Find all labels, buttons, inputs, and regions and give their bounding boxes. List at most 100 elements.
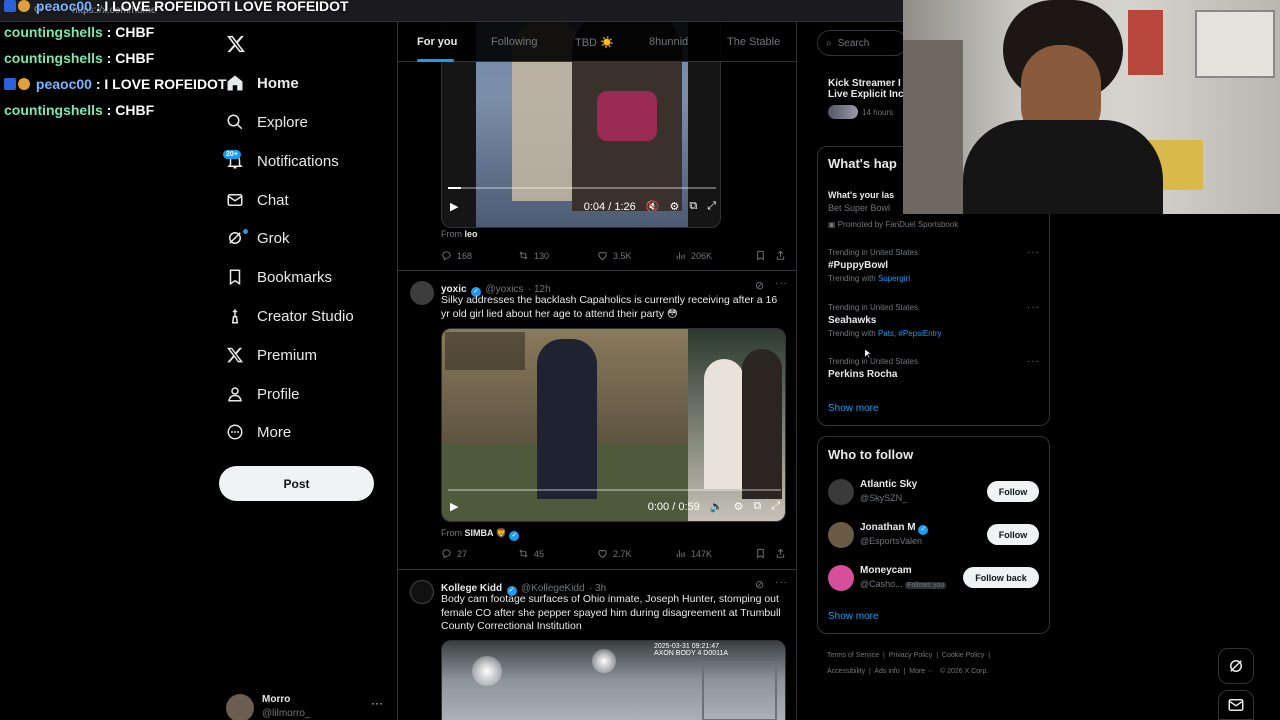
follow-button[interactable]: Follow [987, 524, 1039, 545]
mute-icon[interactable]: 🔇 [646, 200, 660, 213]
reply-button[interactable]: 168 [441, 250, 518, 261]
account-switcher[interactable]: Morro @lilmorro_ ··· [226, 692, 386, 720]
bookmark-button[interactable] [755, 250, 775, 261]
nav-item-grok[interactable]: Grok [226, 223, 290, 253]
bookmark-button[interactable] [755, 548, 775, 559]
chat-line: countingshells : CHBF [4, 102, 155, 118]
avatar[interactable] [828, 522, 854, 548]
nav-item-notifications[interactable]: Notifications [226, 146, 339, 176]
video-figure [742, 349, 782, 499]
tweet-actions: 27 45 2.7K 147K [441, 548, 786, 559]
nav-item-explore[interactable]: Explore [226, 107, 308, 137]
timeline[interactable]: ▶ 0:04 / 1:26 🔇 ⚙ ⧉ ⤢ From leo 168 130 3… [397, 22, 797, 720]
like-button[interactable]: 2.7K [597, 548, 675, 559]
video-light [592, 649, 616, 673]
more-horizontal-icon[interactable]: ··· [775, 278, 788, 289]
settings-icon[interactable]: ⚙ [669, 200, 679, 213]
post-button[interactable]: Post [219, 466, 374, 501]
fullscreen-icon[interactable]: ⤢ [707, 200, 716, 213]
pip-icon[interactable]: ⧉ [689, 200, 697, 213]
home-icon [226, 74, 244, 92]
repost-icon [519, 549, 528, 558]
promoted-label: ▣ Promoted by FanDuel Sportsbook [828, 220, 959, 229]
tweet-video[interactable]: ▶ 0:00 / 0:59 🔊 ⚙ ⧉ ⤢ [441, 328, 786, 522]
share-button[interactable] [775, 250, 786, 261]
settings-icon[interactable]: ⚙ [733, 500, 743, 513]
footer-link[interactable]: Ads info [874, 668, 899, 675]
trend-item[interactable]: Trending in United States Seahawks Trend… [828, 303, 1043, 338]
tweet-video[interactable]: 2025-03-31 09:21:47 AXON BODY 4 D0011A [441, 640, 786, 720]
search-input[interactable]: ⌕ Search [817, 30, 907, 56]
x-logo-icon[interactable] [226, 34, 246, 54]
grok-fab[interactable] [1218, 648, 1254, 684]
section-heading: What's hap [828, 156, 897, 171]
show-more-link[interactable]: Show more [828, 403, 879, 414]
nav-item-creator-studio[interactable]: Creator Studio [226, 301, 354, 331]
fullscreen-icon[interactable]: ⤢ [771, 500, 780, 513]
cookie-badge-icon [18, 0, 30, 12]
grok-icon[interactable]: ⊘ [755, 578, 764, 591]
more-horizontal-icon[interactable]: ··· [371, 696, 383, 710]
avatar[interactable] [828, 479, 854, 505]
tab-for-you[interactable]: For you [417, 36, 457, 48]
show-more-link[interactable]: Show more [828, 611, 879, 622]
tab-tbd[interactable]: TBD ☀️ [575, 36, 614, 49]
like-button[interactable]: 3.5K [597, 250, 675, 261]
grok-icon[interactable]: ⊘ [755, 279, 764, 292]
nav-item-bookmarks[interactable]: Bookmarks [226, 262, 332, 292]
footer-link[interactable]: Cookie Policy [942, 652, 984, 659]
reply-button[interactable]: 27 [441, 548, 518, 559]
trend-item[interactable]: Trending in United States Perkins Rocha [828, 357, 1043, 380]
avatar[interactable] [410, 580, 434, 604]
footer-link[interactable]: More ··· [909, 668, 934, 675]
trend-item[interactable]: Trending in United States #PuppyBowl Tre… [828, 248, 1043, 283]
live-avatars [828, 105, 858, 119]
more-horizontal-icon[interactable]: ··· [1027, 247, 1040, 258]
follow-back-button[interactable]: Follow back [963, 567, 1039, 588]
more-horizontal-icon[interactable]: ··· [1027, 356, 1040, 367]
footer-link[interactable]: Accessibility [827, 668, 865, 675]
volume-icon[interactable]: 🔊 [710, 500, 724, 513]
search-placeholder: Search [837, 37, 870, 49]
avatar[interactable] [828, 565, 854, 591]
tweet[interactable]: Kollege Kidd ✓ @KollegeKidd · 3h ⊘ ··· B… [398, 570, 796, 720]
avatar[interactable] [410, 281, 434, 305]
views-button[interactable]: 147K [675, 548, 755, 559]
mail-icon [226, 191, 244, 209]
follow-suggestion[interactable]: Jonathan M ✓ @EsportsValen Follow [828, 520, 1043, 550]
promoted-trend[interactable]: What's your las Bet Super Bowl [828, 190, 908, 213]
nav-item-premium[interactable]: Premium [226, 340, 317, 370]
footer-link[interactable]: Privacy Policy [889, 652, 933, 659]
live-event[interactable]: Kick Streamer I Live Explicit Inc 14 hou… [828, 78, 908, 119]
video-progress[interactable] [448, 187, 716, 189]
video-progress[interactable] [448, 489, 781, 491]
follow-suggestion[interactable]: Atlantic Sky @SkySZN_ Follow [828, 477, 1043, 507]
play-icon[interactable]: ▶ [450, 200, 458, 213]
tweet[interactable]: yoxic ✓ @yoxics · 12h ⊘ ··· Silky addres… [398, 271, 796, 571]
follow-suggestion[interactable]: Moneycam @Casho... Follows you Follow ba… [828, 563, 1043, 593]
tab-the-stable[interactable]: The Stable [727, 36, 780, 48]
nav-item-profile[interactable]: Profile [226, 379, 300, 409]
nav-item-chat[interactable]: Chat [226, 185, 289, 215]
more-horizontal-icon[interactable]: ··· [775, 577, 788, 588]
live-title-1: Kick Streamer I [828, 78, 901, 89]
nav-item-home[interactable]: Home [226, 68, 299, 98]
tab-8hunnid[interactable]: 8hunnid [649, 36, 688, 48]
more-circle-icon [226, 423, 244, 441]
messages-fab[interactable] [1218, 690, 1254, 720]
play-icon[interactable]: ▶ [450, 500, 458, 513]
more-horizontal-icon[interactable]: ··· [1027, 302, 1040, 313]
share-button[interactable] [775, 548, 786, 559]
views-button[interactable]: 206K [675, 250, 755, 261]
pip-icon[interactable]: ⧉ [753, 500, 761, 513]
nav-label: Premium [257, 346, 318, 364]
reply-icon [442, 251, 451, 261]
nav-item-more[interactable]: More [226, 417, 291, 447]
video-railing [702, 661, 777, 720]
follow-button[interactable]: Follow [987, 481, 1039, 502]
repost-button[interactable]: 45 [518, 548, 597, 559]
footer-link[interactable]: Terms of Service [827, 652, 879, 659]
tab-following[interactable]: Following [491, 36, 537, 48]
footer-links: Terms of Service | Privacy Policy | Cook… [827, 652, 991, 675]
repost-button[interactable]: 130 [518, 250, 597, 261]
